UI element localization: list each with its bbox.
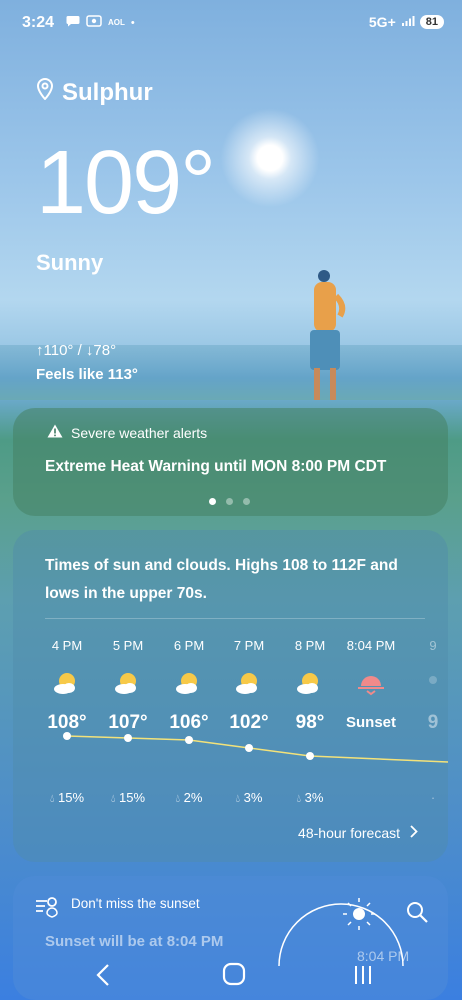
battery-level: 81	[425, 16, 438, 28]
location-pin-icon	[36, 77, 54, 107]
precip-chance: 💧︎ 2%	[159, 790, 219, 806]
warning-icon	[47, 424, 63, 441]
search-icon[interactable]	[405, 900, 429, 929]
network-label: 5G+	[368, 14, 396, 30]
hour-time: 8:04 PM	[346, 638, 396, 653]
temperature-point	[63, 732, 71, 740]
alert-page-indicator	[209, 498, 250, 505]
location-name: Sulphur	[62, 78, 153, 106]
weather-alert-card[interactable]: Severe weather alerts Extreme Heat Warni…	[13, 408, 448, 516]
temperature-point	[124, 734, 132, 742]
chat-icon	[66, 15, 80, 30]
current-temperature: 109°	[36, 133, 216, 233]
home-icon[interactable]	[222, 962, 246, 991]
sun-illustration	[220, 108, 320, 208]
hourly-item: 8:04 PM Sunset	[341, 638, 401, 731]
page-dot	[243, 498, 250, 505]
notification-dot: •	[130, 16, 135, 29]
hourly-item: 6 PM 106°	[159, 638, 219, 734]
temperature-trend-chart	[63, 732, 448, 763]
divider	[45, 618, 425, 619]
hour-time: 7 PM	[233, 638, 265, 653]
hour-time: 9	[429, 638, 437, 653]
page-dot	[209, 498, 216, 505]
hour-time: 6 PM	[173, 638, 205, 653]
recents-icon[interactable]	[352, 964, 374, 991]
hourly-forecast-card[interactable]: Times of sun and clouds. Highs 108 to 11…	[13, 530, 448, 862]
partly-sunny-icon	[159, 670, 219, 700]
precip-chance: 💧︎ 15%	[98, 790, 158, 806]
system-nav-bar	[0, 952, 462, 1000]
aol-label: AOL	[108, 18, 125, 27]
hourly-item: 8 PM 98°	[280, 638, 340, 734]
signal-icon	[401, 14, 415, 30]
partly-sunny-icon	[98, 670, 158, 700]
48-hour-forecast-label: 48-hour forecast	[298, 825, 400, 841]
raindrop-icon: 💧︎	[235, 793, 240, 805]
status-right: 5G+ 81	[369, 14, 444, 30]
page-dot	[226, 498, 233, 505]
battery-indicator: 81	[419, 15, 444, 29]
precip-chance: 💧︎ 3%	[219, 790, 279, 806]
forecast-summary: Times of sun and clouds. Highs 108 to 11…	[45, 557, 398, 602]
person-illustration	[310, 270, 346, 400]
partly-sunny-icon	[219, 670, 279, 700]
raindrop-icon: 💧︎	[296, 793, 301, 805]
precip-value: 15%	[119, 790, 146, 805]
hour-time: 4 PM	[51, 638, 83, 653]
alert-header: Severe weather alerts	[47, 424, 207, 441]
status-time: 3:24	[22, 14, 55, 31]
status-notification-icons: AOL •	[66, 15, 135, 30]
precip-value: 3%	[243, 790, 263, 805]
temperature-point	[306, 752, 314, 760]
sunset-label: Don't miss the sunset	[71, 896, 200, 911]
location-header[interactable]: Sulphur	[36, 77, 153, 107]
feels-like: Feels like 113°	[36, 366, 138, 383]
raindrop-icon: 💧︎	[49, 793, 55, 805]
precip-chance: 💧︎ 3%	[280, 790, 340, 806]
precip-chance: 💧︎ 15%	[37, 790, 97, 806]
hourly-item: 7 PM 102°	[219, 638, 279, 734]
sunset-alert-icon	[35, 892, 61, 923]
hourly-item: 4 PM 108°	[37, 638, 97, 734]
precip-value: 15%	[58, 790, 85, 805]
precip-value: 3%	[304, 790, 324, 805]
raindrop-icon: 💧︎	[175, 793, 180, 805]
alert-message: Extreme Heat Warning until MON 8:00 PM C…	[45, 458, 387, 475]
precip-value: 2%	[183, 790, 203, 805]
alert-title: Severe weather alerts	[71, 424, 208, 441]
chevron-right-icon	[410, 825, 418, 841]
partly-sunny-icon	[37, 670, 97, 700]
hourly-item: 5 PM 107°	[98, 638, 158, 734]
sunset-icon	[341, 670, 401, 700]
back-icon[interactable]	[92, 960, 116, 995]
high-low-temperature: ↑110° / ↓78°	[36, 342, 117, 359]
raindrop-icon: 💧︎	[110, 793, 116, 805]
current-condition: Sunny	[36, 250, 104, 275]
moon-icon	[403, 670, 448, 700]
status-bar: 3:24 AOL • 5G+ 81	[0, 0, 462, 46]
hourly-item: 99	[403, 638, 448, 734]
raindrop-icon: ·	[430, 790, 436, 805]
temperature-point	[245, 744, 253, 752]
partly-sunny-icon	[280, 670, 340, 700]
48-hour-forecast-link[interactable]: 48-hour forecast	[298, 825, 418, 841]
hour-time: 8 PM	[294, 638, 326, 653]
hour-time: 5 PM	[112, 638, 144, 653]
temperature-line	[66, 735, 448, 763]
temperature-point	[185, 736, 193, 744]
screen-record-icon	[86, 15, 102, 30]
sunset-message: Sunset will be at 8:04 PM	[45, 933, 224, 950]
